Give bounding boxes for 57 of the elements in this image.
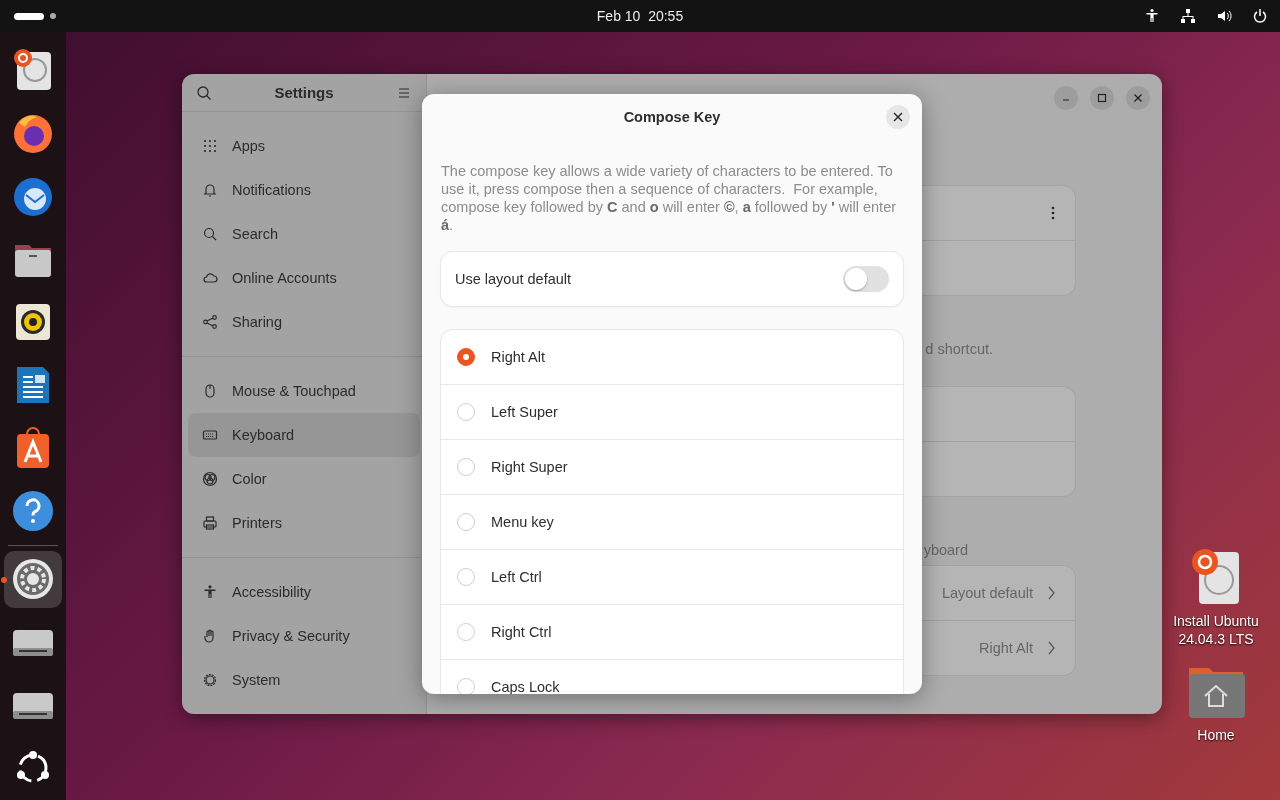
section-label: yboard <box>923 542 968 558</box>
volume-icon[interactable] <box>1216 8 1232 24</box>
search-icon <box>202 226 218 242</box>
mouse-icon <box>202 383 218 399</box>
workspace-indicator[interactable] <box>14 12 44 20</box>
toggle-label: Use layout default <box>455 271 572 287</box>
workspace-dot[interactable] <box>50 13 56 19</box>
accessibility-icon[interactable] <box>1144 8 1160 24</box>
keyboard-icon <box>202 427 218 443</box>
settings-icon[interactable] <box>11 557 55 602</box>
color-icon <box>202 471 218 487</box>
sidebar-item[interactable]: Sharing <box>188 300 420 344</box>
sidebar-item[interactable]: Accessibility <box>188 570 420 614</box>
person-icon <box>202 584 218 600</box>
section-description: d shortcut. <box>925 341 993 357</box>
dialog-description: The compose key allows a wide variety of characters to be entered. To use it, press compose then a sequence of characters. For example, compose key followed by C and o will enter ©, a followed by ' will enter á. <box>441 162 898 234</box>
search-icon[interactable] <box>196 84 212 101</box>
sidebar-item[interactable]: Printers <box>188 501 420 545</box>
network-icon[interactable] <box>1180 8 1196 24</box>
radio-option[interactable]: Menu key <box>441 495 903 550</box>
bell-icon <box>202 182 218 198</box>
cloud-icon <box>202 270 218 286</box>
sidebar-item[interactable]: Privacy & Security <box>188 614 420 658</box>
gear-icon <box>202 672 218 688</box>
apps-icon <box>202 138 218 154</box>
radio-option[interactable]: Left Super <box>441 385 903 440</box>
radio-option[interactable]: Left Ctrl <box>441 550 903 605</box>
radio-option[interactable]: Right Alt <box>441 330 903 385</box>
question-mark-icon[interactable] <box>11 489 55 534</box>
sidebar-item[interactable]: Mouse & Touchpad <box>188 369 420 413</box>
close-button[interactable] <box>886 105 910 129</box>
sidebar-item[interactable]: Online Accounts <box>188 256 420 300</box>
power-icon[interactable] <box>1252 8 1268 24</box>
chevron-right-icon[interactable] <box>1047 586 1055 600</box>
printer-icon <box>202 515 218 531</box>
kebab-menu-icon[interactable] <box>1051 206 1055 220</box>
sidebar-item[interactable]: System <box>188 658 420 702</box>
close-icon[interactable] <box>1132 92 1144 104</box>
dialog-title: Compose Key <box>623 109 721 125</box>
maximize-button[interactable] <box>1090 86 1114 110</box>
sidebar-item[interactable]: Search <box>188 212 420 256</box>
radio-button[interactable] <box>457 348 475 366</box>
desktop-icon-label[interactable]: Home <box>1161 726 1271 744</box>
radio-option[interactable]: Right Ctrl <box>441 605 903 660</box>
sidebar-item[interactable]: Color <box>188 457 420 501</box>
sidebar-item[interactable]: Apps <box>188 124 420 168</box>
close-icon[interactable] <box>893 112 903 122</box>
maximize-icon[interactable] <box>1096 92 1108 104</box>
toggle-switch[interactable] <box>843 266 889 292</box>
sidebar-title: Settings <box>274 84 334 101</box>
desktop-icon-label[interactable]: Install Ubuntu 24.04.3 LTS <box>1161 612 1271 648</box>
chevron-right-icon[interactable] <box>1047 641 1055 655</box>
share-icon <box>202 314 218 330</box>
sidebar-item[interactable]: Keyboard <box>188 413 420 457</box>
sidebar-item[interactable]: Notifications <box>188 168 420 212</box>
radio-option[interactable]: Right Super <box>441 440 903 495</box>
clock[interactable]: Feb 10 20:55 <box>596 8 684 24</box>
